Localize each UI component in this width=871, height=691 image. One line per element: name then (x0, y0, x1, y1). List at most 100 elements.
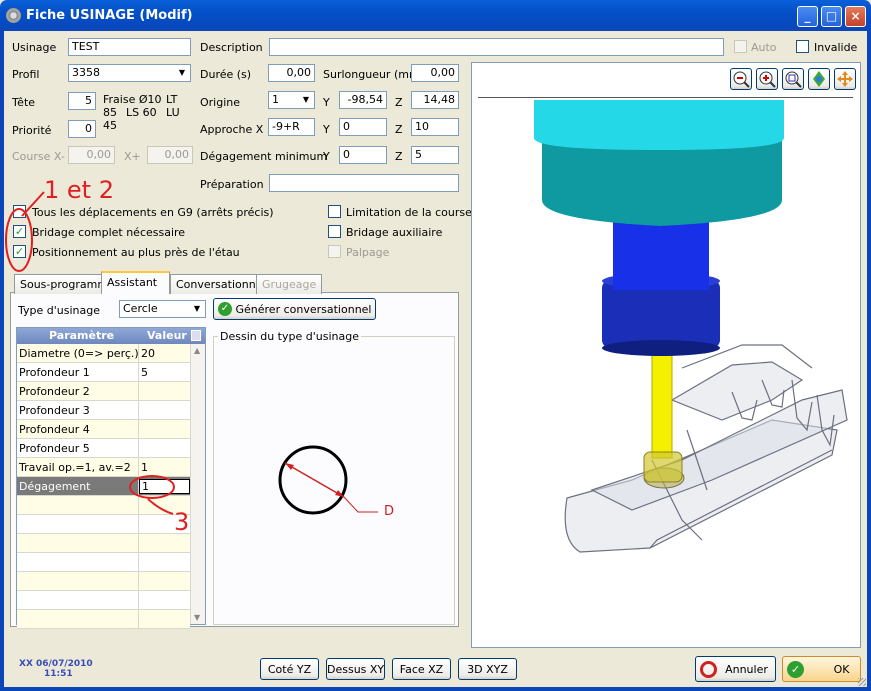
maximize-button[interactable]: □ (821, 6, 842, 27)
chevron-down-icon[interactable]: ▼ (189, 301, 205, 317)
table-row[interactable]: Profondeur 2 (17, 382, 190, 401)
value-cell[interactable]: 5 (141, 366, 148, 379)
course-x-plus-label: X+ (124, 150, 141, 163)
table-row[interactable]: Profondeur 5 (17, 439, 190, 458)
table-header: Paramètre Valeur (17, 328, 205, 344)
profil-value: 3358 (72, 66, 100, 79)
g9-label: Tous les déplacements en G9 (arrêts préc… (32, 206, 274, 219)
resize-grip[interactable] (858, 678, 866, 686)
footer-user-date: XX 06/07/2010 (19, 659, 93, 669)
origine-y-input[interactable]: -98,54 (339, 91, 387, 109)
param-cell: Travail op.=1, av.=2 (19, 461, 131, 474)
zoom-fit-icon[interactable] (782, 68, 804, 90)
origine-label: Origine (200, 96, 241, 109)
course-x-plus-input[interactable]: 0,00 (147, 146, 193, 164)
fraise-line1: Fraise Ø10 (103, 93, 162, 106)
course-x-minus-label: Course X- (12, 150, 65, 163)
3d-xyz-button[interactable]: 3D XYZ (458, 658, 517, 680)
annotation-3: 3 (174, 508, 190, 536)
footer-time: 11:51 (44, 669, 73, 679)
window-frame-left (0, 31, 4, 691)
fraise-line3: 45 (103, 119, 117, 132)
rotate-icon[interactable] (808, 68, 830, 90)
palpage-label: Palpage (346, 246, 390, 259)
description-label: Description (200, 41, 263, 54)
table-row[interactable] (17, 572, 190, 591)
table-row[interactable]: Diametre (0=> perç.) 20 (17, 344, 190, 363)
zoom-out-icon[interactable] (730, 68, 752, 90)
auto-checkbox[interactable] (734, 40, 747, 53)
minimize-button[interactable]: _ (797, 6, 818, 27)
chevron-down-icon[interactable]: ▼ (298, 92, 314, 108)
origine-select[interactable]: 1 ▼ (268, 91, 315, 109)
close-button[interactable]: × (845, 6, 866, 27)
degagement-y-label: Y (323, 150, 330, 163)
table-row[interactable]: Profondeur 1 5 (17, 363, 190, 382)
annuler-button[interactable]: Annuler (695, 656, 776, 682)
usinage-label: Usinage (12, 41, 57, 54)
degagement-min-label: Dégagement minimum (200, 150, 328, 163)
origine-value: 1 (272, 93, 279, 106)
annuler-label: Annuler (725, 663, 768, 676)
preparation-input[interactable] (269, 174, 459, 192)
value-cell[interactable]: 20 (141, 347, 155, 360)
fraise-line2: 85 (103, 106, 117, 119)
type-usinage-select[interactable]: Cercle ▼ (119, 300, 206, 318)
approche-y-label: Y (323, 123, 330, 136)
approche-x-input[interactable]: -9+R (268, 118, 315, 136)
scroll-up-icon[interactable]: ▲ (194, 346, 200, 355)
table-row[interactable]: Profondeur 4 (17, 420, 190, 439)
table-row[interactable] (17, 553, 190, 572)
table-row[interactable] (17, 591, 190, 610)
limitation-checkbox[interactable] (328, 205, 341, 218)
priorite-input[interactable]: 0 (68, 120, 96, 138)
header-valeur[interactable]: Valeur (147, 329, 187, 342)
tete-input[interactable]: 5 (68, 92, 96, 110)
param-cell: Profondeur 3 (19, 404, 90, 417)
origine-z-label: Z (395, 96, 403, 109)
fraise-line2c: LU (166, 106, 180, 119)
clipboard-icon[interactable] (191, 330, 201, 341)
preparation-label: Préparation (200, 178, 264, 191)
generate-conversationnel-button[interactable]: ✓ Générer conversationnel (213, 298, 376, 320)
column-divider (138, 553, 139, 572)
origine-z-input[interactable]: 14,48 (411, 91, 459, 109)
zoom-in-icon[interactable] (756, 68, 778, 90)
tab-assistant[interactable]: Assistant (101, 271, 170, 294)
type-usinage-value: Cercle (123, 302, 158, 315)
drawing-title: Dessin du type d'usinage (218, 330, 361, 343)
priorite-label: Priorité (12, 124, 52, 137)
surlongueur-input[interactable]: 0,00 (411, 64, 459, 82)
param-cell: Profondeur 4 (19, 423, 90, 436)
course-x-minus-input[interactable]: 0,00 (68, 146, 115, 164)
degagement-z-input[interactable]: 5 (411, 146, 459, 164)
table-row[interactable] (17, 610, 190, 629)
usinage-input[interactable]: TEST (68, 38, 191, 56)
pan-icon[interactable] (834, 68, 856, 90)
app-gear-icon[interactable] (6, 8, 21, 23)
ok-button[interactable]: ✓ OK (782, 656, 861, 682)
limitation-label: Limitation de la course X (346, 206, 483, 219)
table-row[interactable]: Profondeur 3 (17, 401, 190, 420)
chevron-down-icon[interactable]: ▼ (174, 65, 190, 81)
approche-z-input[interactable]: 10 (411, 118, 459, 136)
palpage-checkbox[interactable] (328, 245, 341, 258)
tab-grugeage[interactable]: Grugeage (256, 274, 323, 294)
header-parametre[interactable]: Paramètre (49, 329, 114, 342)
description-input[interactable] (269, 38, 724, 56)
invalide-checkbox[interactable] (796, 40, 809, 53)
profil-select[interactable]: 3358 ▼ (68, 64, 191, 82)
face-xz-button[interactable]: Face XZ (392, 658, 451, 680)
scroll-down-icon[interactable]: ▼ (194, 613, 200, 622)
circle-diagram (278, 445, 378, 515)
duree-input[interactable]: 0,00 (268, 64, 315, 82)
dessus-xy-button[interactable]: Dessus XY (326, 658, 385, 680)
table-row[interactable] (17, 534, 190, 553)
invalide-label: Invalide (814, 41, 858, 54)
fraise-line1b: LT (166, 93, 178, 106)
cote-yz-button[interactable]: Coté YZ (260, 658, 319, 680)
bridage-aux-checkbox[interactable] (328, 225, 341, 238)
degagement-y-input[interactable]: 0 (339, 146, 387, 164)
approche-y-input[interactable]: 0 (339, 118, 387, 136)
profil-label: Profil (12, 68, 40, 81)
